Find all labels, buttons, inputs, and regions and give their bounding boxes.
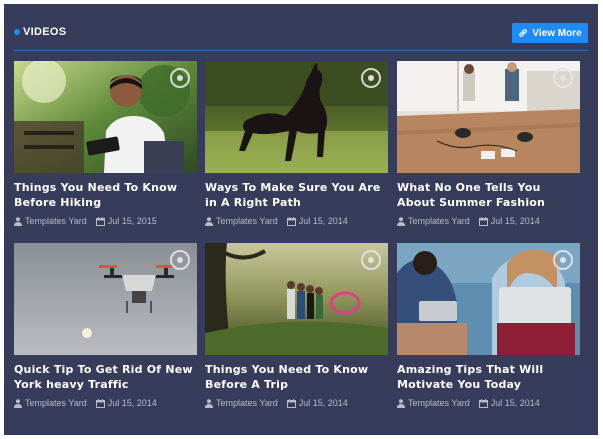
- play-icon[interactable]: [361, 68, 381, 88]
- link-icon: [518, 28, 528, 38]
- video-card[interactable]: Amazing Tips That Will Motivate You Toda…: [397, 243, 580, 409]
- video-thumbnail[interactable]: [205, 61, 388, 173]
- card-date: Jul 15, 2014: [490, 216, 540, 226]
- view-more-button[interactable]: View More: [512, 23, 588, 43]
- card-title[interactable]: Things You Need To Know Before Hiking: [14, 180, 197, 210]
- video-thumbnail[interactable]: [397, 243, 580, 355]
- card-author[interactable]: Templates Yard: [216, 215, 278, 227]
- calendar-icon: [478, 398, 488, 408]
- card-date: Jul 15, 2015: [107, 216, 157, 226]
- card-title[interactable]: What No One Tells You About Summer Fashi…: [397, 180, 580, 210]
- play-icon[interactable]: [361, 250, 381, 270]
- user-icon: [14, 398, 22, 408]
- calendar-icon: [95, 216, 105, 226]
- bullet-dot-icon: [14, 29, 20, 35]
- play-icon[interactable]: [553, 250, 573, 270]
- widget-header: VIDEOS View More: [4, 4, 598, 50]
- video-card[interactable]: Quick Tip To Get Rid Of New York heavy T…: [14, 243, 197, 409]
- card-title[interactable]: Quick Tip To Get Rid Of New York heavy T…: [14, 362, 197, 392]
- calendar-icon: [95, 398, 105, 408]
- card-meta: Templates Yard Jul 15, 2014: [205, 215, 388, 227]
- widget-title: VIDEOS: [23, 26, 67, 38]
- card-title[interactable]: Ways To Make Sure You Are in A Right Pat…: [205, 180, 388, 210]
- card-meta: Templates Yard Jul 15, 2014: [397, 397, 580, 409]
- video-thumbnail[interactable]: [397, 61, 580, 173]
- card-date: Jul 15, 2014: [298, 398, 348, 408]
- header-divider: [14, 50, 588, 51]
- card-meta: Templates Yard Jul 15, 2014: [14, 397, 197, 409]
- card-author[interactable]: Templates Yard: [25, 397, 87, 409]
- card-author[interactable]: Templates Yard: [408, 397, 470, 409]
- card-title[interactable]: Things You Need To Know Before A Trip: [205, 362, 388, 392]
- card-date: Jul 15, 2014: [298, 216, 348, 226]
- card-author[interactable]: Templates Yard: [25, 215, 87, 227]
- play-icon[interactable]: [170, 250, 190, 270]
- user-icon: [14, 216, 22, 226]
- card-author[interactable]: Templates Yard: [408, 215, 470, 227]
- calendar-icon: [286, 216, 296, 226]
- card-date: Jul 15, 2014: [490, 398, 540, 408]
- user-icon: [205, 398, 213, 408]
- user-icon: [397, 216, 405, 226]
- card-meta: Templates Yard Jul 15, 2014: [397, 215, 580, 227]
- calendar-icon: [478, 216, 488, 226]
- user-icon: [205, 216, 213, 226]
- user-icon: [397, 398, 405, 408]
- card-date: Jul 15, 2014: [107, 398, 157, 408]
- play-icon[interactable]: [553, 68, 573, 88]
- card-meta: Templates Yard Jul 15, 2015: [14, 215, 197, 227]
- video-thumbnail[interactable]: [14, 243, 197, 355]
- calendar-icon: [286, 398, 296, 408]
- video-thumbnail[interactable]: [205, 243, 388, 355]
- card-meta: Templates Yard Jul 15, 2014: [205, 397, 388, 409]
- view-more-label: View More: [532, 27, 582, 39]
- video-card[interactable]: Things You Need To Know Before Hiking Te…: [14, 61, 197, 227]
- video-card[interactable]: Ways To Make Sure You Are in A Right Pat…: [205, 61, 388, 227]
- play-icon[interactable]: [170, 68, 190, 88]
- video-thumbnail[interactable]: [14, 61, 197, 173]
- video-card[interactable]: Things You Need To Know Before A Trip Te…: [205, 243, 388, 409]
- videos-widget: VIDEOS View More Things You Need To Know…: [4, 4, 598, 435]
- card-title[interactable]: Amazing Tips That Will Motivate You Toda…: [397, 362, 580, 392]
- card-author[interactable]: Templates Yard: [216, 397, 278, 409]
- video-card[interactable]: What No One Tells You About Summer Fashi…: [397, 61, 580, 227]
